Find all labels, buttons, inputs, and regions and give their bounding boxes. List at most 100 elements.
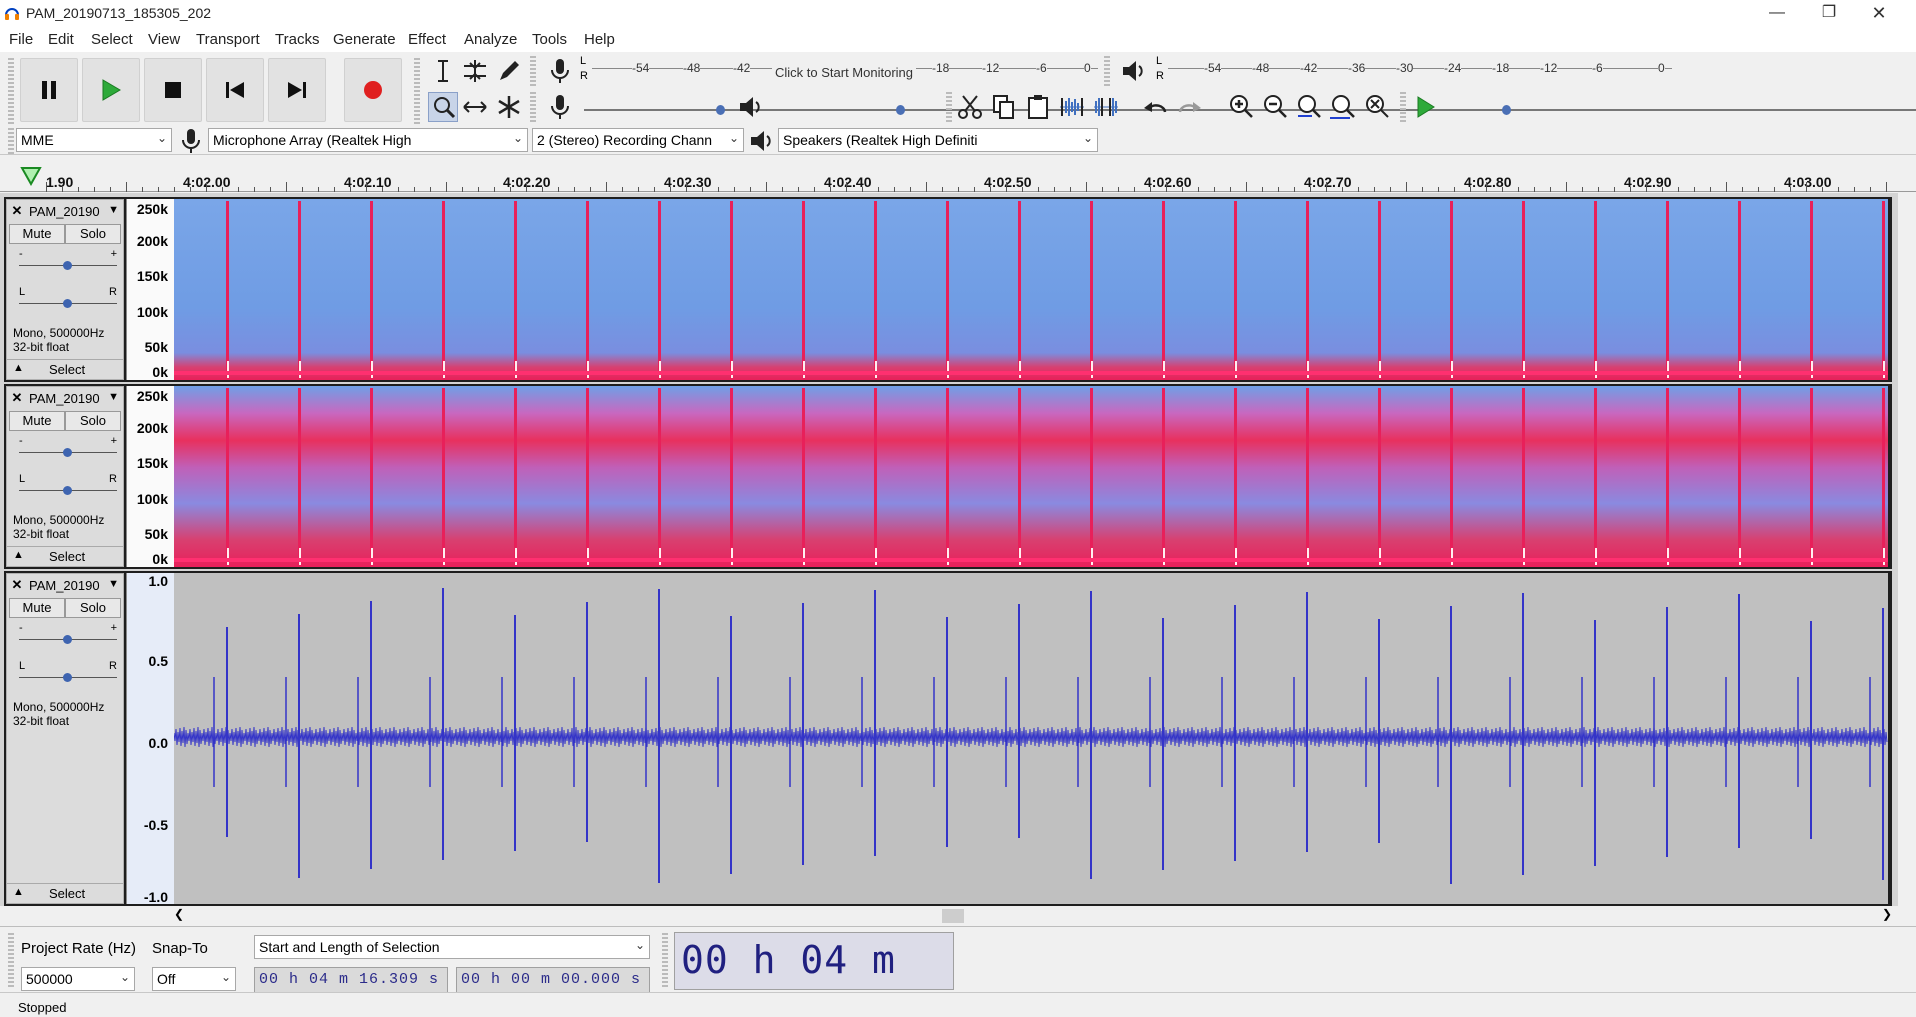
frequency-ruler[interactable]: 250k 200k 150k 100k 50k 0k [126, 386, 174, 567]
menu-generate[interactable]: Generate [333, 31, 396, 48]
close-icon[interactable]: ✕ [1856, 0, 1902, 28]
recording-device-select[interactable]: Microphone Array (Realtek High ⌄ [208, 128, 528, 152]
menu-help[interactable]: Help [584, 31, 615, 48]
track-menu-dropdown-icon[interactable]: ▼ [108, 204, 119, 216]
paste-icon[interactable] [1023, 92, 1053, 122]
toolbar-grip[interactable] [8, 128, 14, 154]
record-volume-slider[interactable] [584, 102, 1916, 116]
gain-slider[interactable]: - + [19, 435, 117, 465]
multi-tool-icon[interactable] [494, 92, 524, 122]
timeshift-tool-icon[interactable] [460, 92, 490, 122]
mute-button[interactable]: Mute [9, 598, 65, 618]
toolbar-grip[interactable] [946, 92, 952, 122]
restore-icon[interactable]: ❐ [1806, 0, 1852, 28]
track-menu-dropdown-icon[interactable]: ▼ [108, 578, 119, 590]
toolbar-grip[interactable] [8, 933, 14, 989]
stop-button[interactable] [144, 58, 202, 122]
fit-project-icon[interactable] [1328, 92, 1358, 122]
spectrogram-view[interactable] [174, 386, 1888, 567]
menu-edit[interactable]: Edit [48, 31, 74, 48]
close-track-icon[interactable]: ✕ [9, 390, 25, 406]
toolbar-grip[interactable] [662, 933, 668, 989]
track-name-menu[interactable]: ✕ PAM_20190 ▼ [7, 574, 123, 596]
pan-slider[interactable]: LR [19, 473, 117, 503]
frequency-ruler[interactable]: 250k 200k 150k 100k 50k 0k [126, 199, 174, 380]
collapse-track-icon[interactable]: ▲ [13, 549, 24, 561]
toolbar-grip[interactable] [414, 58, 420, 124]
waveform-view[interactable] [174, 573, 1888, 904]
amplitude-ruler[interactable]: 1.0 0.5 0.0 -0.5 -1.0 [126, 573, 174, 905]
collapse-track-icon[interactable]: ▲ [13, 362, 24, 374]
collapse-track-icon[interactable]: ▲ [13, 886, 24, 898]
zoom-out-icon[interactable] [1260, 92, 1290, 122]
project-rate-select[interactable]: 500000 ⌄ [21, 967, 135, 991]
solo-button[interactable]: Solo [65, 224, 121, 244]
selection-tool-icon[interactable] [428, 56, 458, 86]
selection-length-time[interactable]: 00 h 00 m 00.000 s [456, 967, 650, 993]
play-head-icon[interactable] [20, 166, 42, 186]
timeline-ruler[interactable]: 1.90 4:02.00 4:02.10 4:02.20 4:02.30 4:0… [0, 158, 1916, 192]
record-meter[interactable]: -54 -48 -42 Click to Start Monitoring -1… [592, 60, 1098, 82]
menu-tools[interactable]: Tools [532, 31, 567, 48]
click-to-start-monitoring[interactable]: Click to Start Monitoring [772, 65, 916, 80]
track-select-button[interactable]: ▲ Select [7, 546, 123, 566]
snap-to-select[interactable]: Off ⌄ [152, 967, 236, 991]
zoom-tool-icon[interactable] [428, 92, 458, 122]
toolbar-grip[interactable] [1400, 92, 1406, 122]
gain-slider[interactable]: - + [19, 248, 117, 278]
envelope-tool-icon[interactable] [460, 56, 490, 86]
menu-file[interactable]: File [9, 31, 33, 48]
draw-tool-icon[interactable] [494, 56, 524, 86]
copy-icon[interactable] [989, 92, 1019, 122]
play-meter[interactable]: -54 -48 -42 -36 -30 -24 -18 -12 -6 0 [1168, 60, 1672, 82]
toolbar-grip[interactable] [530, 56, 536, 86]
recording-channels-select[interactable]: 2 (Stereo) Recording Chann ⌄ [532, 128, 744, 152]
cut-icon[interactable] [955, 92, 985, 122]
fit-selection-icon[interactable] [1294, 92, 1324, 122]
minimize-icon[interactable]: — [1754, 0, 1800, 28]
menu-view[interactable]: View [148, 31, 180, 48]
track-select-button[interactable]: ▲ Select [7, 359, 123, 379]
gain-slider[interactable]: - + [19, 622, 117, 652]
menu-analyze[interactable]: Analyze [464, 31, 517, 48]
pan-slider[interactable]: LR [19, 286, 117, 316]
selection-start-time[interactable]: 00 h 04 m 16.309 s [254, 967, 448, 993]
playback-volume-slider[interactable] [774, 102, 1916, 116]
solo-button[interactable]: Solo [65, 598, 121, 618]
play-at-speed-slider[interactable] [1448, 102, 1916, 116]
zoom-toggle-icon[interactable] [1362, 92, 1392, 122]
toolbar-grip[interactable] [530, 92, 536, 122]
menu-effect[interactable]: Effect [408, 31, 446, 48]
track-menu-dropdown-icon[interactable]: ▼ [108, 391, 119, 403]
pause-button[interactable] [20, 58, 78, 122]
skip-end-button[interactable] [268, 58, 326, 122]
audio-position-time[interactable]: 00 h 04 m 16 s [674, 932, 954, 1017]
menu-transport[interactable]: Transport [196, 31, 260, 48]
solo-button[interactable]: Solo [65, 411, 121, 431]
track-name-menu[interactable]: ✕ PAM_20190 ▼ [7, 387, 123, 409]
menu-tracks[interactable]: Tracks [275, 31, 319, 48]
undo-icon[interactable] [1141, 92, 1171, 122]
skip-start-button[interactable] [206, 58, 264, 122]
play-button[interactable] [82, 58, 140, 122]
toolbar-grip[interactable] [1104, 56, 1110, 86]
record-meter-mic-icon[interactable] [545, 56, 575, 86]
scroll-left-icon[interactable]: ❮ [174, 907, 184, 921]
play-meter-speaker-icon[interactable] [1118, 56, 1148, 86]
vertical-scrollbar[interactable] [1898, 193, 1916, 906]
close-track-icon[interactable]: ✕ [9, 577, 25, 593]
mute-button[interactable]: Mute [9, 224, 65, 244]
selection-mode-select[interactable]: Start and Length of Selection ⌄ [254, 935, 650, 959]
scroll-right-icon[interactable]: ❯ [1882, 907, 1892, 921]
toolbar-grip[interactable] [8, 58, 14, 124]
track-name-menu[interactable]: ✕ PAM_20190 ▼ [7, 200, 123, 222]
track-select-button[interactable]: ▲ Select [7, 883, 123, 903]
record-button[interactable] [344, 58, 402, 122]
pan-slider[interactable]: LR [19, 660, 117, 690]
zoom-in-icon[interactable] [1226, 92, 1256, 122]
scroll-thumb[interactable] [942, 909, 964, 923]
mute-button[interactable]: Mute [9, 411, 65, 431]
close-track-icon[interactable]: ✕ [9, 203, 25, 219]
silence-audio-icon[interactable] [1091, 92, 1121, 122]
audio-host-select[interactable]: MME ⌄ [16, 128, 172, 152]
